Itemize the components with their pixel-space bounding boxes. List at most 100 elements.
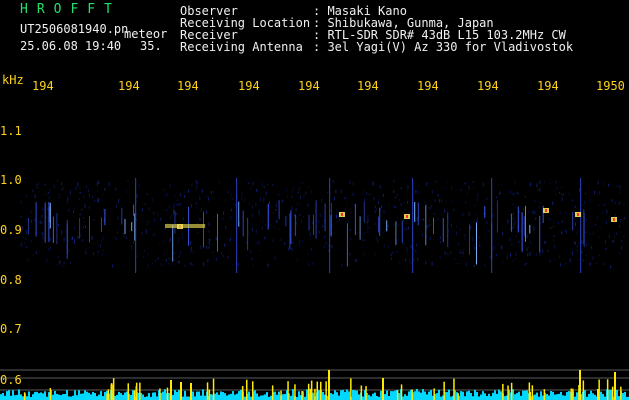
- noise-speck: [110, 184, 111, 186]
- noise-speck: [518, 224, 520, 228]
- noise-speck: [230, 193, 232, 197]
- noise-speck: [595, 262, 597, 264]
- noise-speck: [137, 254, 139, 258]
- echo-level-bar: [543, 389, 546, 400]
- noise-floor-bar: [84, 390, 86, 400]
- noise-floor-bar: [424, 391, 426, 400]
- noise-floor-bar: [358, 394, 360, 400]
- noise-floor-bar: [152, 392, 154, 400]
- noise-speck: [97, 197, 99, 202]
- noise-speck: [160, 263, 162, 266]
- noise-speck: [104, 188, 106, 191]
- noise-speck: [295, 221, 297, 225]
- noise-speck: [367, 230, 369, 233]
- noise-speck: [423, 218, 425, 221]
- noise-speck: [222, 217, 224, 220]
- noise-speck: [367, 215, 369, 218]
- y-tick-0-7: 0.7: [0, 322, 22, 336]
- noise-speck: [514, 181, 516, 186]
- noise-speck: [474, 246, 476, 250]
- noise-speck: [393, 222, 395, 226]
- noise-speck: [133, 240, 134, 244]
- noise-floor-bar: [448, 389, 450, 400]
- noise-speck: [437, 238, 439, 241]
- noise-speck: [26, 230, 27, 234]
- noise-speck: [403, 228, 405, 230]
- noise-speck: [168, 205, 170, 209]
- noise-speck: [551, 227, 553, 230]
- noise-speck: [148, 207, 150, 210]
- noise-speck: [383, 210, 385, 214]
- echo-level-bar: [208, 389, 211, 400]
- noise-floor-bar: [492, 392, 494, 400]
- noise-speck: [25, 218, 27, 221]
- noise-speck: [115, 237, 117, 241]
- noise-speck: [502, 231, 504, 236]
- noise-speck: [390, 257, 392, 260]
- noise-floor-bar: [298, 391, 300, 400]
- noise-floor-bar: [526, 390, 528, 400]
- noise-floor-bar: [182, 396, 184, 400]
- noise-speck: [36, 231, 38, 235]
- noise-speck: [102, 192, 104, 196]
- meteor-streak: [425, 205, 427, 246]
- noise-speck: [188, 189, 189, 193]
- echo-level-bar: [350, 378, 352, 400]
- echo-level-bar: [396, 390, 399, 400]
- meteor-streak: [572, 211, 574, 231]
- noise-floor-bar: [438, 389, 440, 400]
- noise-speck: [584, 192, 586, 195]
- noise-speck: [539, 188, 541, 192]
- noise-floor-bar: [276, 394, 278, 400]
- noise-speck: [20, 215, 22, 218]
- noise-speck: [556, 187, 558, 189]
- noise-floor-bar: [124, 392, 126, 400]
- noise-floor-bar: [504, 396, 506, 400]
- noise-speck: [534, 200, 536, 203]
- noise-speck: [439, 199, 440, 203]
- noise-speck: [459, 262, 461, 265]
- noise-speck: [624, 217, 626, 220]
- noise-speck: [575, 222, 576, 226]
- noise-speck: [110, 224, 112, 226]
- noise-speck: [93, 218, 95, 221]
- noise-speck: [81, 208, 83, 211]
- noise-speck: [571, 251, 573, 256]
- noise-floor-bar: [204, 395, 206, 400]
- noise-speck: [473, 187, 475, 190]
- noise-speck: [575, 241, 577, 244]
- meteor-streak: [510, 213, 512, 232]
- noise-speck: [395, 206, 397, 209]
- noise-speck: [79, 213, 81, 216]
- noise-speck: [302, 182, 304, 184]
- noise-speck: [622, 244, 624, 246]
- noise-speck: [50, 246, 51, 251]
- noise-speck: [553, 237, 554, 242]
- noise-speck: [208, 197, 209, 201]
- noise-speck: [378, 198, 380, 200]
- noise-speck: [166, 193, 168, 197]
- noise-speck: [232, 264, 234, 266]
- noise-speck: [619, 189, 621, 193]
- noise-speck: [549, 260, 551, 262]
- echo-level-bar: [112, 378, 115, 400]
- noise-floor-bar: [474, 389, 476, 400]
- time-tick-10: 1950: [596, 79, 625, 93]
- noise-floor-bar: [218, 394, 220, 400]
- noise-speck: [152, 197, 154, 202]
- echo-level-bar: [133, 390, 136, 400]
- noise-speck: [174, 194, 176, 197]
- noise-speck: [303, 215, 305, 218]
- noise-speck: [262, 182, 263, 187]
- meteor-streak: [44, 202, 46, 243]
- noise-floor-bar: [352, 390, 354, 400]
- noise-floor-bar: [476, 392, 478, 400]
- noise-speck: [129, 200, 131, 203]
- noise-speck: [261, 228, 263, 231]
- noise-speck: [145, 227, 147, 232]
- noise-floor-bar: [64, 394, 66, 400]
- noise-floor-bar: [40, 392, 42, 400]
- echo-hot: [545, 209, 547, 212]
- noise-floor-bar: [500, 391, 502, 400]
- noise-speck: [524, 263, 526, 266]
